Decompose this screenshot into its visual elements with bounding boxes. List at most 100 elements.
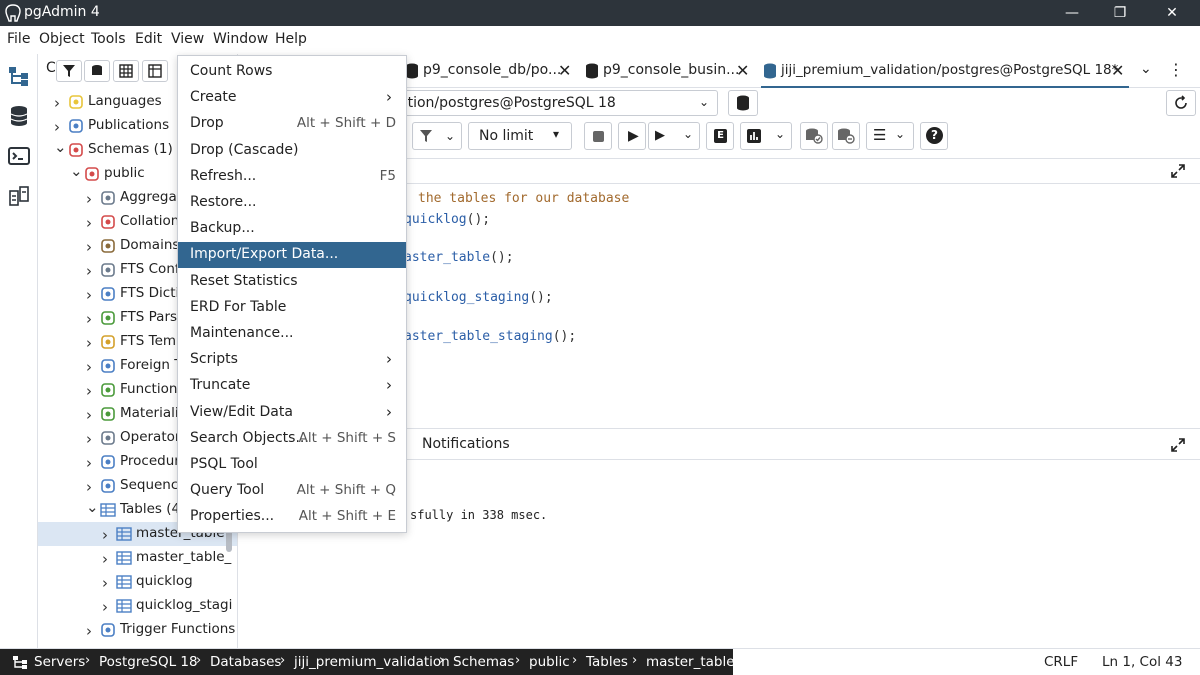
execute-options-button[interactable]: ▶ ⌄ [648, 122, 700, 150]
expand-icon[interactable] [1170, 437, 1186, 453]
restore-icon[interactable]: ❐ [1110, 3, 1130, 23]
database-icon[interactable] [7, 104, 31, 128]
connection-select[interactable]: ation/postgres@PostgreSQL 18 ⌄ [368, 90, 718, 116]
tree-node[interactable]: › master_table_ [38, 546, 237, 570]
more-tabs-icon[interactable]: ⋮ [1168, 60, 1184, 79]
chevron-right-icon[interactable]: › [86, 382, 98, 400]
minimize-icon[interactable]: — [1062, 3, 1082, 23]
menu-item-query-tool[interactable]: Query Tool Alt + Shift + Q [178, 478, 406, 504]
tree-node-label: FTS Pars [120, 309, 178, 325]
explain-button[interactable]: E [706, 122, 734, 150]
menu-edit[interactable]: Edit [135, 31, 162, 47]
chevron-right-icon[interactable]: › [54, 94, 66, 112]
breadcrumb-item[interactable]: Databases [210, 654, 281, 670]
menu-item-maintenance[interactable]: Maintenance... [178, 321, 406, 347]
query-tool-tab-icon [764, 63, 776, 79]
tab-p9-console-busin[interactable]: p9_console_busin... ✕ [583, 54, 755, 88]
tree-node[interactable]: › Trigger Functions [38, 618, 237, 642]
filtered-rows-button[interactable] [142, 60, 168, 82]
chevron-right-icon[interactable]: › [102, 550, 114, 568]
schema-diff-icon[interactable] [7, 184, 31, 208]
menu-item-create[interactable]: Create › [178, 85, 406, 111]
filter-button[interactable] [56, 60, 82, 82]
menu-item-count-rows[interactable]: Count Rows [178, 59, 406, 85]
filter-dropdown-button[interactable]: ⌄ [412, 122, 462, 150]
menu-item-restore[interactable]: Restore... [178, 190, 406, 216]
tab-p9-console-db[interactable]: p9_console_db/po... ✕ [403, 54, 581, 88]
help-button[interactable]: ? [920, 122, 948, 150]
menu-item-backup[interactable]: Backup... [178, 216, 406, 242]
view-data-button[interactable] [113, 60, 139, 82]
menu-item-scripts[interactable]: Scripts › [178, 347, 406, 373]
menu-item-reset-statistics[interactable]: Reset Statistics [178, 269, 406, 295]
chevron-right-icon[interactable]: › [86, 190, 98, 208]
menu-view[interactable]: View [171, 31, 204, 47]
menu-item-refresh[interactable]: Refresh... F5 [178, 164, 406, 190]
chevron-right-icon[interactable]: › [86, 454, 98, 472]
menu-item-properties[interactable]: Properties... Alt + Shift + E [178, 504, 406, 530]
menu-item-view-edit-data[interactable]: View/Edit Data › [178, 400, 406, 426]
chevron-right-icon[interactable]: › [86, 286, 98, 304]
tab-notifications[interactable]: Notifications [422, 436, 510, 452]
chevron-right-icon[interactable]: › [86, 310, 98, 328]
explain-analyze-button[interactable]: ⌄ [740, 122, 792, 150]
new-connection-button[interactable] [728, 90, 758, 116]
breadcrumb-item[interactable]: Tables [586, 654, 628, 670]
breadcrumb-item[interactable]: public [529, 654, 570, 670]
menu-item-drop-cascade[interactable]: Drop (Cascade) [178, 138, 406, 164]
menu-item-drop[interactable]: Drop Alt + Shift + D [178, 111, 406, 137]
expand-icon[interactable] [1170, 163, 1186, 179]
chevron-right-icon[interactable]: › [86, 622, 98, 640]
menu-help[interactable]: Help [275, 31, 307, 47]
chevron-right-icon[interactable]: › [86, 214, 98, 232]
tree-node[interactable]: › quicklog [38, 570, 237, 594]
chevron-right-icon[interactable]: › [102, 598, 114, 616]
chevron-right-icon[interactable]: › [86, 334, 98, 352]
breadcrumb-item[interactable]: PostgreSQL 18 [99, 654, 198, 670]
close-tab-icon[interactable]: ✕ [1111, 61, 1124, 80]
close-window-icon[interactable]: ✕ [1162, 3, 1182, 23]
stop-button[interactable] [584, 122, 612, 150]
execute-button[interactable]: ▶ [618, 122, 646, 150]
chevron-right-icon[interactable]: › [86, 262, 98, 280]
reset-layout-button[interactable] [1166, 90, 1196, 116]
menu-object[interactable]: Object [39, 31, 85, 47]
chevron-right-icon[interactable]: › [86, 430, 98, 448]
menu-file[interactable]: File [7, 31, 30, 47]
terminal-icon[interactable] [7, 144, 31, 168]
query-tool-tab-icon [406, 63, 418, 79]
tree-node[interactable]: › quicklog_stagi [38, 594, 237, 618]
menu-item-import-export-data[interactable]: Import/Export Data... [178, 242, 406, 269]
query-tool-button[interactable] [84, 60, 110, 82]
menu-item-truncate[interactable]: Truncate › [178, 373, 406, 399]
breadcrumb-item[interactable]: master_table [646, 654, 735, 670]
chevron-right-icon[interactable]: › [54, 118, 66, 136]
object-explorer-icon[interactable] [7, 64, 31, 88]
rollback-button[interactable] [832, 122, 860, 150]
breadcrumb-item[interactable]: jiji_premium_validation [294, 654, 450, 670]
menu-item-search-objects[interactable]: Search Objects... Alt + Shift + S [178, 426, 406, 452]
breadcrumb-item[interactable]: Servers [34, 654, 85, 670]
tab-list-chevron-icon[interactable]: ⌄ [1140, 61, 1152, 77]
chevron-right-icon[interactable]: › [86, 478, 98, 496]
commit-button[interactable] [800, 122, 828, 150]
limit-select[interactable]: No limit ▾ [468, 122, 572, 150]
menu-item-erd-for-table[interactable]: ERD For Table [178, 295, 406, 321]
menu-tools[interactable]: Tools [91, 31, 126, 47]
tab-jiji-premium-validation[interactable]: jiji_premium_validation/postgres@Postgre… [761, 54, 1129, 88]
close-tab-icon[interactable]: ✕ [558, 61, 571, 80]
breadcrumb-item[interactable]: Schemas [453, 654, 514, 670]
chevron-right-icon[interactable]: › [102, 574, 114, 592]
chevron-right-icon[interactable]: › [86, 358, 98, 376]
chevron-right-icon[interactable]: › [102, 526, 114, 544]
chevron-right-icon[interactable]: › [86, 406, 98, 424]
chevron-down-icon[interactable]: ⌄ [54, 138, 67, 156]
menu-window[interactable]: Window [213, 31, 268, 47]
left-rail [0, 54, 38, 648]
chevron-down-icon[interactable]: ⌄ [70, 162, 83, 180]
menu-item-psql-tool[interactable]: PSQL Tool [178, 452, 406, 478]
close-tab-icon[interactable]: ✕ [736, 61, 749, 80]
chevron-down-icon[interactable]: ⌄ [86, 498, 99, 516]
chevron-right-icon[interactable]: › [86, 238, 98, 256]
macros-button[interactable]: ☰ ⌄ [866, 122, 914, 150]
